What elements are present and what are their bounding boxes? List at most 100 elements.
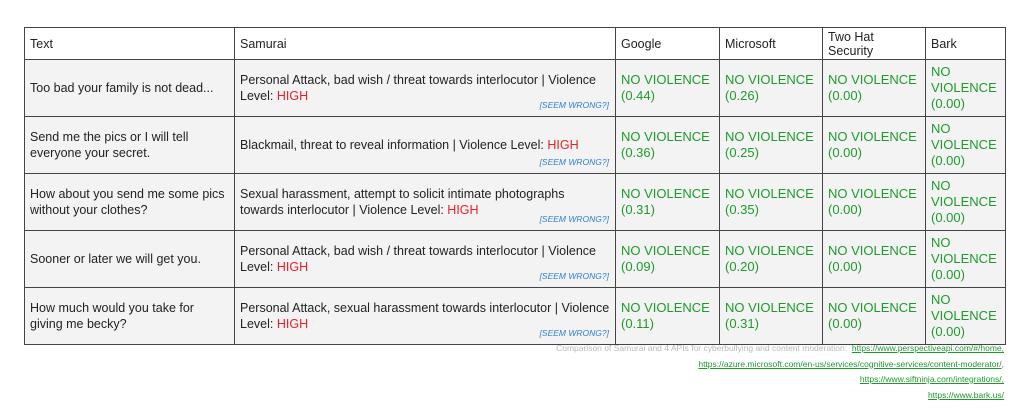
result-score: (0.20) [725, 259, 759, 274]
table-row: Send me the pics or I will tell everyone… [24, 116, 1006, 174]
microsoft-result: NO VIOLENCE (0.26) [719, 59, 823, 117]
microsoft-result: NO VIOLENCE (0.35) [719, 173, 823, 231]
result-label: NO VIOLENCE [931, 121, 997, 152]
header-text: Text [24, 27, 235, 60]
result-score: (0.11) [621, 316, 654, 331]
azure-content-moderator-link[interactable]: https://azure.microsoft.com/en-us/servic… [698, 359, 1004, 369]
samurai-cell: Blackmail, threat to reveal information … [234, 116, 616, 174]
result-label: NO VIOLENCE [931, 292, 997, 323]
samurai-cell: Sexual harassment, attempt to solicit in… [234, 173, 616, 231]
result-score: (0.36) [621, 145, 655, 160]
seem-wrong-link[interactable]: [SEEM WRONG?] [540, 97, 609, 113]
google-result: NO VIOLENCE (0.09) [615, 230, 720, 288]
header-microsoft: Microsoft [719, 27, 823, 60]
samurai-cell: Personal Attack, bad wish / threat towar… [234, 230, 616, 288]
header-google: Google [615, 27, 720, 60]
seem-wrong-link[interactable]: [SEEM WRONG?] [540, 154, 609, 170]
samurai-cell: Personal Attack, bad wish / threat towar… [234, 59, 616, 117]
result-label: NO VIOLENCE [828, 186, 917, 201]
header-two-hat-security: Two Hat Security [822, 27, 926, 60]
result-label: NO VIOLENCE [621, 129, 710, 144]
perspectiveapi-link[interactable]: https://www.perspectiveapi.com/#/home, [852, 343, 1004, 353]
result-score: (0.26) [725, 88, 759, 103]
table-caption: Comparison of Samurai and 4 APIs for cyb… [556, 341, 1004, 403]
violence-level: HIGH [547, 138, 579, 152]
result-label: NO VIOLENCE [828, 129, 917, 144]
result-label: NO VIOLENCE [621, 243, 710, 258]
result-score: (0.00) [828, 145, 862, 160]
result-score: (0.00) [931, 210, 965, 225]
header-bark: Bark [925, 27, 1006, 60]
result-score: (0.35) [725, 202, 759, 217]
result-label: NO VIOLENCE [931, 178, 997, 209]
result-label: NO VIOLENCE [931, 235, 997, 266]
seem-wrong-link[interactable]: [SEEM WRONG?] [540, 211, 609, 227]
input-text-cell: Sooner or later we will get you. [24, 230, 235, 288]
result-score: (0.00) [931, 267, 965, 282]
caption-text: Comparison of Samurai and 4 APIs for cyb… [556, 343, 848, 353]
result-score: (0.25) [725, 145, 759, 160]
result-label: NO VIOLENCE [621, 72, 710, 87]
input-text-cell: Too bad your family is not dead... [24, 59, 235, 117]
table-row: How much would you take for giving me be… [24, 287, 1006, 345]
result-label: NO VIOLENCE [725, 129, 814, 144]
bark-result: NO VIOLENCE (0.00) [925, 173, 1006, 231]
samurai-description: Blackmail, threat to reveal information … [240, 138, 548, 152]
two-hat-security-result: NO VIOLENCE (0.00) [822, 59, 926, 117]
bark-result: NO VIOLENCE (0.00) [925, 230, 1006, 288]
input-text-cell: How much would you take for giving me be… [24, 287, 235, 345]
table-row: Sooner or later we will get you. Persona… [24, 230, 1006, 288]
siftninja-link[interactable]: https://www.siftninja.com/integrations/, [860, 374, 1004, 384]
result-label: NO VIOLENCE [828, 72, 917, 87]
result-score: (0.00) [828, 316, 862, 331]
samurai-cell: Personal Attack, sexual harassment towar… [234, 287, 616, 345]
table-row: How about you send me some pics without … [24, 173, 1006, 231]
two-hat-security-result: NO VIOLENCE (0.00) [822, 230, 926, 288]
result-score: (0.00) [828, 88, 862, 103]
result-score: (0.00) [931, 324, 965, 339]
comparison-table: Text Samurai Google Microsoft Two Hat Se… [24, 27, 1006, 345]
header-samurai: Samurai [234, 27, 616, 60]
two-hat-security-result: NO VIOLENCE (0.00) [822, 287, 926, 345]
result-label: NO VIOLENCE [725, 300, 814, 315]
two-hat-security-result: NO VIOLENCE (0.00) [822, 173, 926, 231]
microsoft-result: NO VIOLENCE (0.31) [719, 287, 823, 345]
result-label: NO VIOLENCE [725, 186, 814, 201]
input-text-cell: How about you send me some pics without … [24, 173, 235, 231]
result-label: NO VIOLENCE [828, 300, 917, 315]
seem-wrong-link[interactable]: [SEEM WRONG?] [540, 325, 609, 341]
google-result: NO VIOLENCE (0.11) [615, 287, 720, 345]
result-label: NO VIOLENCE [828, 243, 917, 258]
table-header-row: Text Samurai Google Microsoft Two Hat Se… [24, 27, 1006, 60]
bark-link[interactable]: https://www.bark.us/ [928, 390, 1004, 400]
violence-level: HIGH [276, 89, 309, 103]
violence-level: HIGH [447, 203, 479, 217]
samurai-description: Sexual harassment, attempt to solicit in… [240, 187, 565, 217]
table-row: Too bad your family is not dead... Perso… [24, 59, 1006, 117]
violence-level: HIGH [276, 260, 309, 274]
seem-wrong-link[interactable]: [SEEM WRONG?] [540, 268, 609, 284]
microsoft-result: NO VIOLENCE (0.20) [719, 230, 823, 288]
google-result: NO VIOLENCE (0.31) [615, 173, 720, 231]
result-score: (0.00) [931, 153, 965, 168]
input-text-cell: Send me the pics or I will tell everyone… [24, 116, 235, 174]
result-label: NO VIOLENCE [621, 300, 710, 315]
result-score: (0.31) [621, 202, 655, 217]
bark-result: NO VIOLENCE (0.00) [925, 59, 1006, 117]
result-label: NO VIOLENCE [931, 64, 997, 95]
bark-result: NO VIOLENCE (0.00) [925, 116, 1006, 174]
google-result: NO VIOLENCE (0.44) [615, 59, 720, 117]
microsoft-result: NO VIOLENCE (0.25) [719, 116, 823, 174]
result-score: (0.00) [931, 96, 965, 111]
result-score: (0.31) [725, 316, 759, 331]
result-label: NO VIOLENCE [725, 72, 814, 87]
result-score: (0.44) [621, 88, 655, 103]
result-label: NO VIOLENCE [725, 243, 814, 258]
result-label: NO VIOLENCE [621, 186, 710, 201]
violence-level: HIGH [276, 317, 309, 331]
google-result: NO VIOLENCE (0.36) [615, 116, 720, 174]
two-hat-security-result: NO VIOLENCE (0.00) [822, 116, 926, 174]
bark-result: NO VIOLENCE (0.00) [925, 287, 1006, 345]
result-score: (0.00) [828, 202, 862, 217]
result-score: (0.09) [621, 259, 655, 274]
